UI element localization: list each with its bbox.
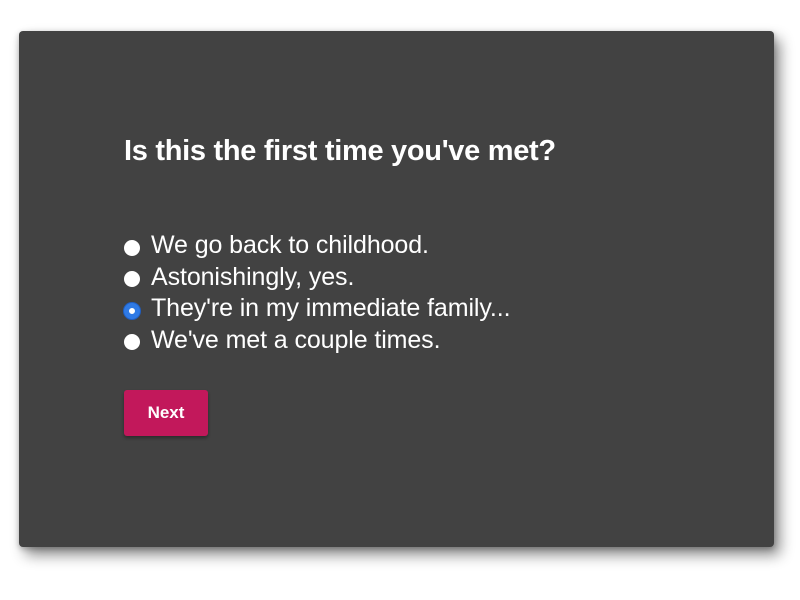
answer-option-label: We've met a couple times. [151, 325, 441, 354]
next-button[interactable]: Next [124, 390, 208, 436]
radio-button[interactable] [124, 302, 140, 319]
answer-options: We go back to childhood. Astonishingly, … [124, 230, 511, 357]
radio-button[interactable] [124, 334, 140, 351]
answer-option-childhood[interactable]: We go back to childhood. [124, 230, 510, 262]
answer-option-couple-times[interactable]: We've met a couple times. [124, 325, 510, 357]
answer-option-family[interactable]: They're in my immediate family... [124, 293, 511, 325]
radio-button[interactable] [124, 239, 140, 256]
question-card: Is this the first time you've met? We go… [19, 31, 774, 547]
answer-option-label: Astonishingly, yes. [151, 262, 355, 291]
radio-button[interactable] [124, 271, 140, 288]
question-heading: Is this the first time you've met? [124, 135, 556, 167]
answer-option-label: They're in my immediate family... [151, 294, 511, 323]
answer-option-label: We go back to childhood. [151, 231, 429, 260]
answer-option-first-time[interactable]: Astonishingly, yes. [124, 262, 510, 294]
form-content: Is this the first time you've met? We go… [124, 31, 734, 547]
